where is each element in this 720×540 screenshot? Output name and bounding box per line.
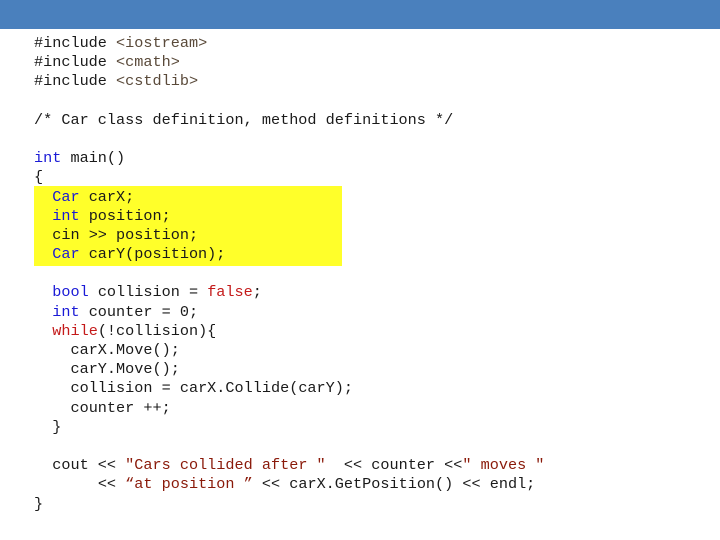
close-brace: }: [34, 494, 44, 513]
loop-body-line: counter ++;: [70, 398, 171, 417]
open-brace: {: [34, 168, 44, 187]
loop-body-line: carX.Move();: [70, 341, 180, 359]
main-signature: int main(): [34, 149, 126, 168]
input-line: cin >> position;: [52, 225, 199, 244]
code-comment: /* Car class definition, method definiti…: [34, 110, 454, 129]
loop-close-brace: }: [52, 417, 62, 436]
counter-declaration: int counter = 0;: [52, 302, 199, 321]
declaration-line: Car carX;: [52, 187, 135, 206]
declaration-line: Car carY(position);: [52, 245, 226, 264]
cout-continuation-line: << “at position ” << carX.GetPosition() …: [97, 475, 536, 494]
loop-body-line: carY.Move();: [70, 360, 180, 379]
include-line: #include <iostream>: [34, 34, 208, 52]
code-block: #include <iostream> #include <cmath> #in…: [34, 34, 714, 514]
while-line: while(!collision){: [52, 321, 217, 340]
cout-line: cout << "Cars collided after " << counte…: [52, 456, 545, 475]
loop-body-line: collision = carX.Collide(carY);: [70, 379, 354, 398]
declaration-line: int position;: [52, 206, 171, 225]
include-line: #include <cstdlib>: [34, 72, 199, 91]
slide-title-bar: [0, 0, 720, 29]
bool-declaration: bool collision = false;: [52, 283, 262, 302]
include-line: #include <cmath>: [34, 53, 180, 72]
